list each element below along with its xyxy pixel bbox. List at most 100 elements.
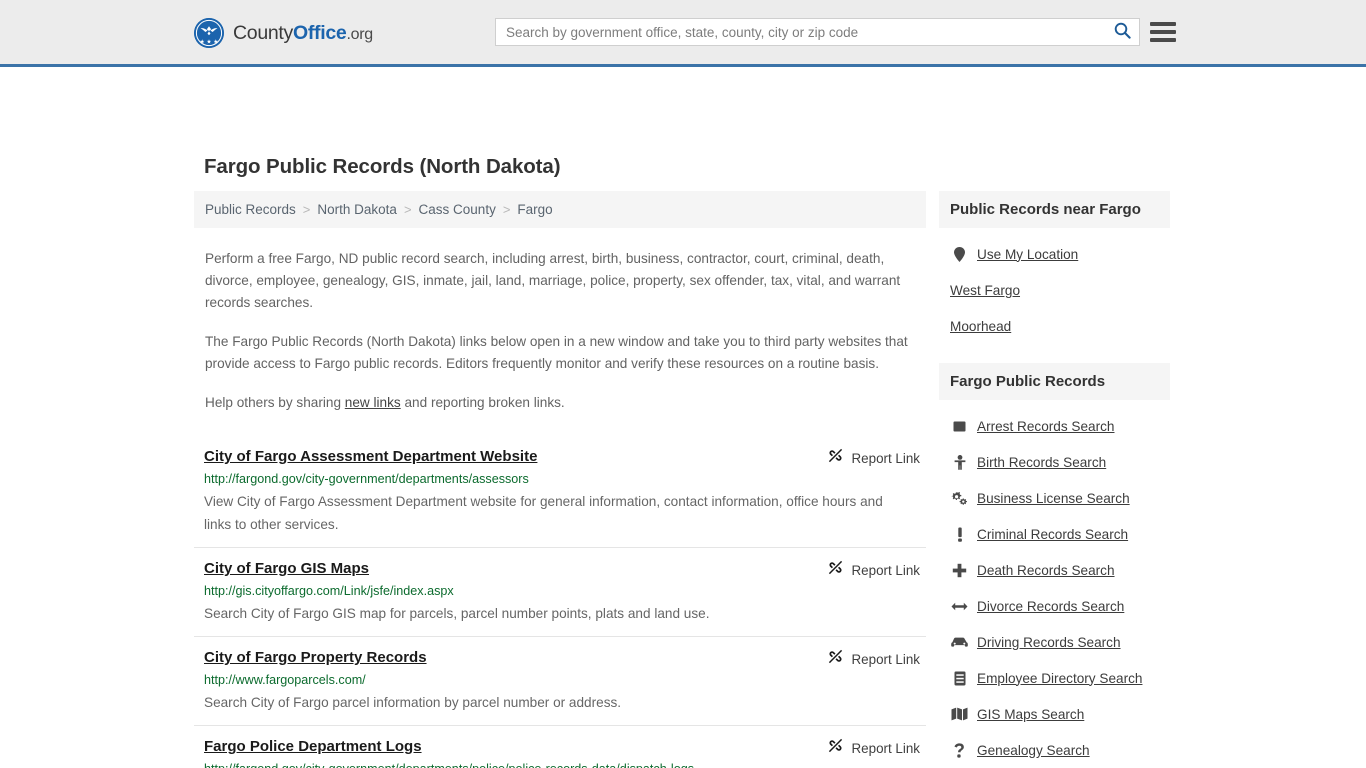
sidebar-item-label: Business License Search — [977, 490, 1130, 506]
sidebar-item-death-records-search[interactable]: Death Records Search — [939, 552, 1170, 588]
breadcrumb-separator-icon: > — [502, 202, 511, 217]
breadcrumb: Public Records > North Dakota > Cass Cou… — [194, 191, 926, 228]
panel-body: Use My Location West Fargo Moorhead — [939, 228, 1170, 344]
panel-heading: Fargo Public Records — [939, 363, 1170, 400]
sidebar-item-business-license-search[interactable]: Business License Search — [939, 480, 1170, 516]
report-link-button[interactable]: Report Link — [827, 447, 920, 469]
sidebar-item-label: GIS Maps Search — [977, 706, 1085, 722]
result-title-link[interactable]: City of Fargo Property Records — [204, 648, 427, 667]
sidebar-item-gis-maps-search[interactable]: GIS Maps Search — [939, 696, 1170, 732]
result-url-link[interactable]: http://fargond.gov/city-government/depar… — [204, 759, 926, 768]
hamburger-bar-1 — [1150, 22, 1176, 26]
results-list: City of Fargo Assessment Department Webs… — [194, 436, 926, 768]
result-url-link[interactable]: http://www.fargoparcels.com/ — [204, 670, 926, 690]
unlink-icon — [827, 737, 844, 759]
result-url-link[interactable]: http://fargond.gov/city-government/depar… — [204, 469, 926, 489]
result-title-link[interactable]: Fargo Police Department Logs — [204, 737, 422, 756]
question-icon — [950, 742, 969, 758]
sidebar-item-birth-records-search[interactable]: Birth Records Search — [939, 444, 1170, 480]
page-title: Fargo Public Records (North Dakota) — [204, 155, 561, 178]
sidebar-item-label: Driving Records Search — [977, 634, 1121, 650]
panel-fargo-public-records: Fargo Public Records Arrest Records Sear… — [939, 363, 1170, 768]
report-link-button[interactable]: Report Link — [827, 559, 920, 581]
baby-icon — [950, 454, 969, 470]
result-item: City of Fargo Property Records http://ww… — [194, 636, 926, 725]
site-header: CountyOffice.org — [0, 0, 1366, 67]
result-title-link[interactable]: City of Fargo Assessment Department Webs… — [204, 447, 537, 466]
sidebar-item-label: Genealogy Search — [977, 742, 1090, 758]
panel-body: Arrest Records Search Birth Records Sear… — [939, 400, 1170, 768]
report-link-button[interactable]: Report Link — [827, 737, 920, 759]
sidebar-item-label: Criminal Records Search — [977, 526, 1129, 542]
intro-paragraph-2: The Fargo Public Records (North Dakota) … — [205, 334, 908, 371]
cross-icon — [950, 563, 969, 578]
sidebar-item-use-my-location[interactable]: Use My Location — [939, 236, 1170, 272]
search-icon — [1114, 22, 1131, 42]
exclamation-icon — [950, 527, 969, 542]
sidebar-item-arrest-records-search[interactable]: Arrest Records Search — [939, 408, 1170, 444]
sidebar-item-label: Birth Records Search — [977, 454, 1107, 470]
eagle-seal-logo-icon — [194, 18, 224, 48]
search-submit-button[interactable] — [1105, 19, 1139, 45]
intro-paragraph-1: Perform a free Fargo, ND public record s… — [205, 251, 901, 310]
search-input[interactable] — [496, 19, 1105, 45]
intro-p3-before: Help others by sharing — [205, 395, 345, 410]
sidebar-item-criminal-records-search[interactable]: Criminal Records Search — [939, 516, 1170, 552]
map-icon — [950, 707, 969, 721]
report-link-label: Report Link — [851, 562, 920, 578]
brand-part-county: County — [233, 21, 293, 44]
gears-icon — [950, 491, 969, 506]
report-link-label: Report Link — [851, 740, 920, 756]
result-item: City of Fargo GIS Maps http://gis.cityof… — [194, 547, 926, 636]
square-icon — [950, 420, 969, 433]
sidebar-item-label: Divorce Records Search — [977, 598, 1125, 614]
panel-public-records-near-fargo: Public Records near Fargo Use My Locatio… — [939, 191, 1170, 344]
breadcrumb-item-fargo: Fargo — [517, 202, 553, 217]
result-url-link[interactable]: http://gis.cityoffargo.com/Link/jsfe/ind… — [204, 581, 926, 601]
result-description: Search City of Fargo GIS map for parcels… — [204, 606, 710, 621]
unlink-icon — [827, 559, 844, 581]
breadcrumb-item-public-records[interactable]: Public Records — [205, 202, 296, 217]
breadcrumb-item-cass-county[interactable]: Cass County — [419, 202, 496, 217]
result-item: City of Fargo Assessment Department Webs… — [194, 436, 926, 547]
map-pin-icon — [950, 246, 969, 262]
breadcrumb-separator-icon: > — [403, 202, 412, 217]
report-link-button[interactable]: Report Link — [827, 648, 920, 670]
site-logo-text: CountyOffice.org — [233, 22, 373, 45]
sidebar-item-divorce-records-search[interactable]: Divorce Records Search — [939, 588, 1170, 624]
result-description: Search City of Fargo parcel information … — [204, 695, 622, 710]
sidebar-item-employee-directory-search[interactable]: Employee Directory Search — [939, 660, 1170, 696]
sidebar-item-west-fargo[interactable]: West Fargo — [939, 272, 1170, 308]
sidebar-item-label: Employee Directory Search — [977, 670, 1143, 686]
sidebar-item-driving-records-search[interactable]: Driving Records Search — [939, 624, 1170, 660]
intro-section: Perform a free Fargo, ND public record s… — [194, 248, 926, 414]
site-logo-link[interactable]: CountyOffice.org — [194, 18, 373, 48]
report-link-label: Report Link — [851, 450, 920, 466]
id-card-icon — [950, 671, 969, 686]
breadcrumb-item-north-dakota[interactable]: North Dakota — [317, 202, 397, 217]
car-icon — [950, 637, 969, 648]
sidebar-item-moorhead[interactable]: Moorhead — [939, 308, 1170, 344]
sidebar-item-genealogy-search[interactable]: Genealogy Search — [939, 732, 1170, 768]
arrows-h-icon — [950, 601, 969, 612]
breadcrumb-separator-icon: > — [302, 202, 311, 217]
result-item: Fargo Police Department Logs http://farg… — [194, 725, 926, 768]
sidebar-item-label: Use My Location — [977, 246, 1079, 262]
report-link-label: Report Link — [851, 651, 920, 667]
main-content-column: Public Records > North Dakota > Cass Cou… — [194, 191, 926, 768]
intro-paragraph-3: Help others by sharing new links and rep… — [205, 392, 925, 414]
unlink-icon — [827, 648, 844, 670]
intro-p3-after: and reporting broken links. — [400, 395, 565, 410]
search-bar — [495, 18, 1140, 46]
sidebar-item-label: Moorhead — [950, 318, 1012, 334]
brand-part-office: Office — [293, 21, 347, 44]
sidebar-item-label: Death Records Search — [977, 562, 1115, 578]
result-description: View City of Fargo Assessment Department… — [204, 494, 883, 532]
result-title-link[interactable]: City of Fargo GIS Maps — [204, 559, 369, 578]
hamburger-bar-2 — [1150, 30, 1176, 34]
sidebar-item-label: Arrest Records Search — [977, 418, 1115, 434]
new-links-link[interactable]: new links — [345, 395, 401, 410]
sidebar-column: Public Records near Fargo Use My Locatio… — [939, 191, 1170, 768]
sidebar-item-label: West Fargo — [950, 282, 1021, 298]
hamburger-menu-button[interactable] — [1150, 19, 1176, 45]
